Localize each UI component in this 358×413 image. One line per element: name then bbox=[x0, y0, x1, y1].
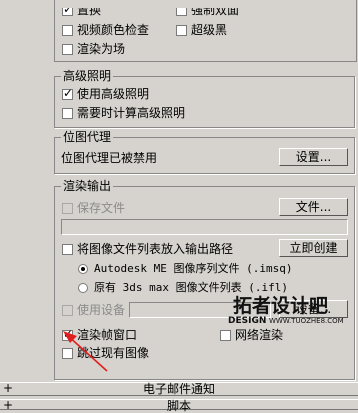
put-image-list-checkbox[interactable] bbox=[62, 244, 73, 255]
watermark: 拓者设计吧 DESIGN WWW.TUOZHE8.COM bbox=[225, 295, 356, 328]
scripts-rollout[interactable]: + 脚本 bbox=[0, 399, 358, 413]
net-render-checkbox[interactable] bbox=[220, 330, 231, 341]
use-device-checkbox[interactable] bbox=[62, 305, 73, 316]
advanced-lighting-title: 高级照明 bbox=[61, 69, 114, 83]
legacy-ifl-radio[interactable] bbox=[78, 283, 88, 293]
top-group-border bbox=[54, 0, 357, 62]
output-path-field[interactable] bbox=[61, 219, 348, 235]
files-button[interactable]: 文件... bbox=[279, 198, 348, 216]
put-image-list-label: 将图像文件列表放入输出路径 bbox=[77, 242, 234, 256]
create-now-button[interactable]: 立即创建 bbox=[279, 239, 348, 257]
scripts-title: 脚本 bbox=[166, 399, 191, 413]
use-advanced-lighting-label: 使用高级照明 bbox=[77, 87, 150, 101]
use-device-label: 使用设备 bbox=[77, 303, 126, 317]
check-icon: ✓ bbox=[63, 86, 74, 100]
email-notifications-rollout[interactable]: + 电子邮件通知 bbox=[0, 382, 358, 396]
bitmap-proxies-status: 位图代理已被禁用 bbox=[61, 151, 158, 165]
legacy-ifl-label: 原有 3ds max 图像文件列表 (.ifl) bbox=[94, 281, 288, 294]
radio-selected-dot bbox=[81, 267, 85, 271]
email-notifications-title: 电子邮件通知 bbox=[142, 382, 215, 396]
use-advanced-lighting-checkbox[interactable]: ✓ bbox=[62, 86, 74, 100]
save-file-checkbox[interactable] bbox=[62, 203, 73, 214]
render-output-title: 渲染输出 bbox=[61, 179, 114, 193]
red-arrow-annotation bbox=[63, 331, 108, 372]
compute-advanced-lighting-checkbox[interactable] bbox=[62, 108, 73, 119]
watermark-url: WWW.TUOZHE8.COM bbox=[269, 317, 344, 325]
advanced-lighting-group: 高级照明 bbox=[54, 69, 355, 128]
bitmap-proxies-settings-button[interactable]: 设置... bbox=[279, 148, 348, 166]
autodesk-me-label: Autodesk ME 图像序列文件 (.imsq) bbox=[94, 262, 293, 275]
autodesk-me-radio[interactable] bbox=[78, 264, 88, 274]
net-render-label: 网络渲染 bbox=[235, 328, 284, 342]
watermark-sub: DESIGN bbox=[228, 316, 267, 326]
watermark-main: 拓者设计吧 bbox=[233, 295, 329, 317]
save-file-label: 保存文件 bbox=[77, 201, 126, 215]
bitmap-proxies-title: 位图代理 bbox=[61, 130, 114, 144]
compute-advanced-lighting-label: 需要时计算高级照明 bbox=[77, 106, 186, 120]
